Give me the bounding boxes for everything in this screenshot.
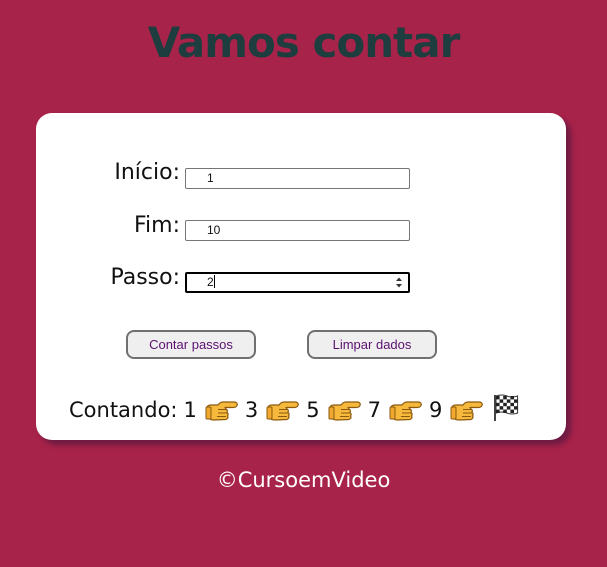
spinner-arrows-icon[interactable]	[395, 276, 403, 289]
footer-credit: ©CursoemVideo	[216, 468, 391, 492]
fim-input[interactable]: 10	[185, 220, 410, 241]
count-result: Contando: 1 3 5 7 9	[69, 393, 520, 427]
fim-value: 10	[207, 223, 221, 237]
count-number: 7	[367, 398, 381, 422]
passo-input[interactable]: 2	[185, 272, 410, 293]
pointing-hand-icon	[204, 397, 238, 423]
pointing-hand-icon	[388, 397, 422, 423]
count-number: 3	[244, 398, 259, 422]
inicio-label: Início:	[114, 160, 180, 185]
inicio-input[interactable]: 1	[185, 168, 410, 189]
text-caret	[213, 275, 215, 288]
pointing-hand-icon	[449, 397, 484, 423]
result-prefix: Contando:	[69, 398, 178, 422]
limpar-dados-button[interactable]: Limpar dados	[307, 330, 437, 359]
inicio-value: 1	[207, 171, 214, 185]
counter-card: Início: 1 Fim: 10 Passo: 2 Contar passos…	[36, 113, 566, 440]
checkered-flag-icon	[490, 392, 520, 422]
page-title: Vamos contar	[147, 18, 461, 67]
result-sequence: 1 3 5 7 9	[178, 394, 521, 423]
contar-passos-button[interactable]: Contar passos	[126, 330, 256, 359]
passo-label: Passo:	[110, 265, 180, 290]
count-number: 5	[306, 398, 320, 422]
pointing-hand-icon	[327, 397, 361, 423]
passo-value: 2	[207, 275, 214, 289]
count-number: 9	[429, 398, 443, 422]
fim-label: Fim:	[133, 213, 180, 238]
count-number: 1	[183, 398, 197, 422]
pointing-hand-icon	[265, 397, 300, 423]
